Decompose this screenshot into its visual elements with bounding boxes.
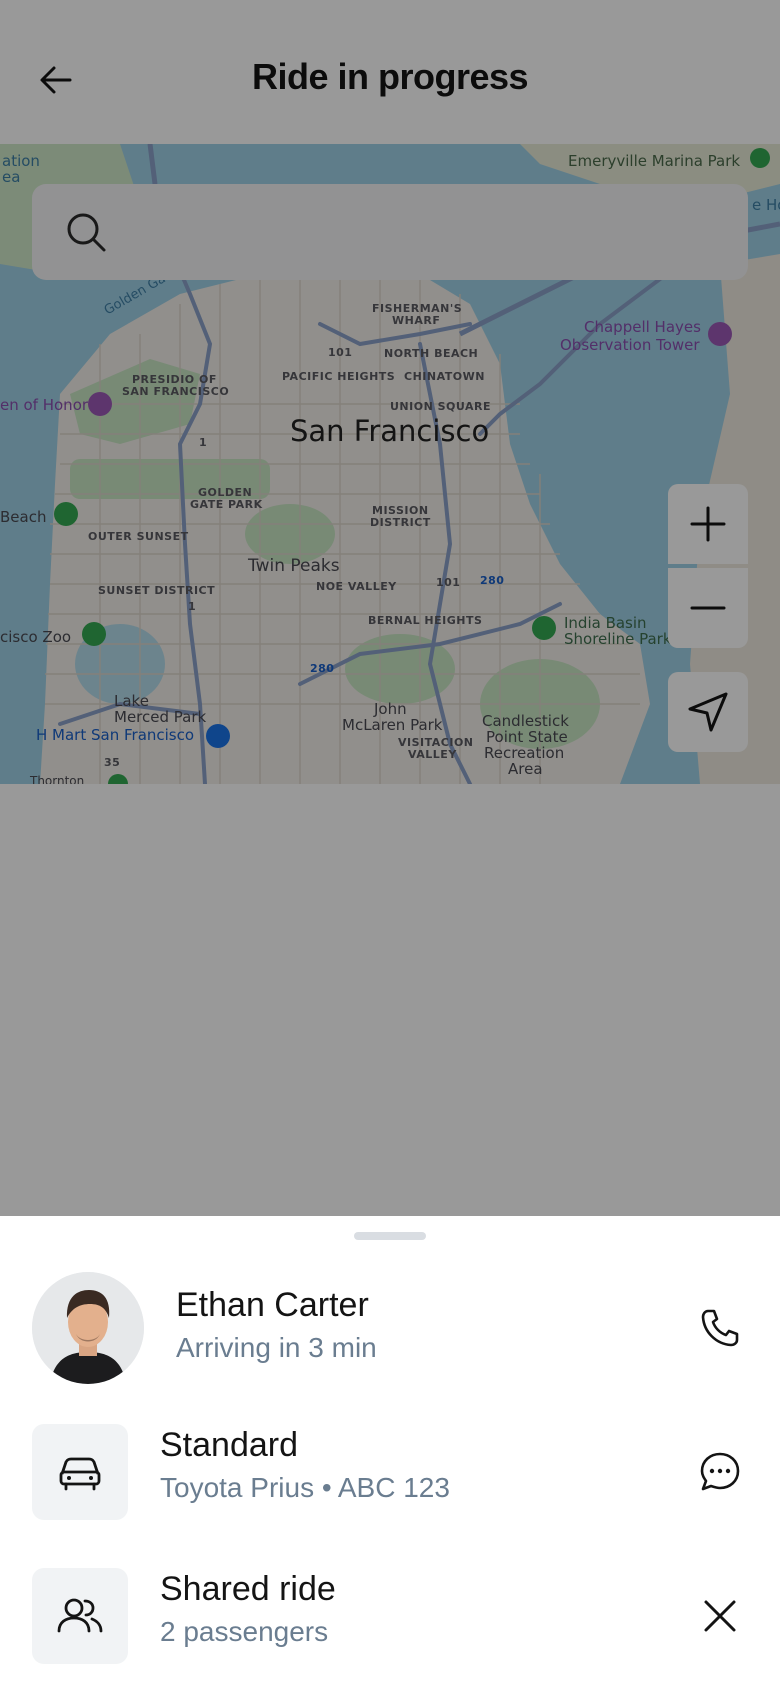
vehicle-detail: Toyota Prius • ABC 123: [160, 1472, 450, 1503]
close-icon: [704, 1600, 736, 1632]
phone-icon: [701, 1309, 739, 1347]
message-driver-button[interactable]: [692, 1444, 748, 1500]
ride-screen: Ride in progress ation ea Emeryville Mar…: [0, 0, 780, 1688]
shared-ride-row: Shared ride 2 passengers: [0, 1568, 780, 1680]
call-driver-button[interactable]: [692, 1300, 748, 1356]
passenger-count: 2 passengers: [160, 1616, 329, 1647]
driver-name: Ethan Carter: [176, 1286, 369, 1324]
shared-icon-tile: [32, 1568, 128, 1664]
driver-photo: [32, 1272, 144, 1384]
sheet-drag-handle[interactable]: [354, 1232, 426, 1240]
modal-overlay[interactable]: [0, 0, 780, 1216]
ride-type-label: Standard: [160, 1426, 298, 1464]
vehicle-row: Standard Toyota Prius • ABC 123: [0, 1424, 780, 1536]
driver-eta: Arriving in 3 min: [176, 1332, 377, 1363]
chat-bubble-icon: [700, 1452, 740, 1491]
vehicle-icon-tile: [32, 1424, 128, 1520]
users-icon: [57, 1598, 103, 1633]
driver-row: Ethan Carter Arriving in 3 min: [0, 1272, 780, 1384]
shared-ride-label: Shared ride: [160, 1570, 336, 1608]
avatar: [32, 1272, 144, 1384]
car-icon: [59, 1457, 101, 1491]
cancel-shared-ride-button[interactable]: [692, 1588, 748, 1644]
ride-bottom-sheet: Ethan Carter Arriving in 3 min Standard: [0, 1216, 780, 1688]
